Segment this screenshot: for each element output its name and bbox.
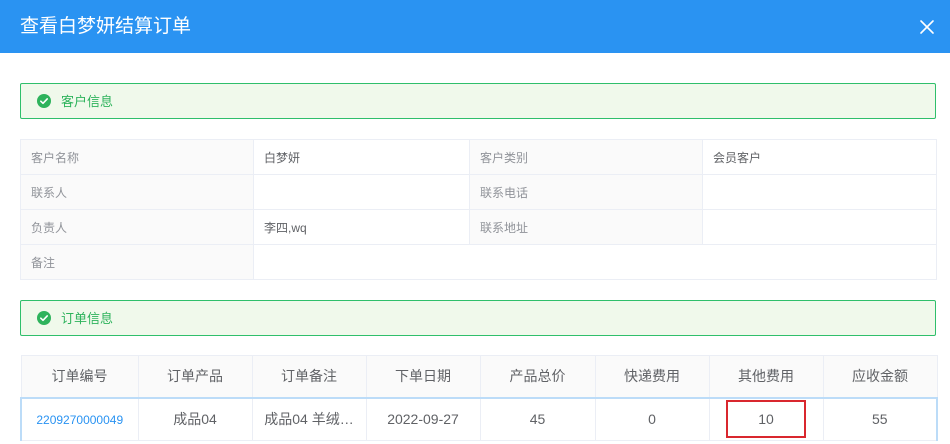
order-table: 订单编号 订单产品 订单备注 下单日期 产品总价 快递费用 其他费用 应收金额 … — [20, 355, 938, 441]
other-fee-input[interactable]: 10 — [726, 400, 806, 439]
info-row: 负责人 李四,wq 联系地址 — [20, 209, 937, 245]
col-header-date: 下单日期 — [365, 355, 481, 398]
table-row[interactable]: 2209270000049 成品04 成品04 羊绒… 2022-09-27 4… — [20, 396, 938, 441]
customer-type-label: 客户类别 — [469, 139, 703, 175]
col-header-order-no: 订单编号 — [20, 355, 139, 398]
remark-value — [253, 244, 937, 280]
remark-label: 备注 — [20, 244, 254, 280]
shipping-cell: 0 — [594, 396, 710, 441]
info-row: 客户名称 白梦妍 客户类别 会员客户 — [20, 139, 937, 175]
customer-info-table: 客户名称 白梦妍 客户类别 会员客户 联系人 联系电话 负责人 李四,wq 联系… — [20, 139, 937, 280]
col-header-receivable: 应收金额 — [822, 355, 938, 398]
order-info-alert: 订单信息 — [20, 300, 936, 336]
col-header-total: 产品总价 — [479, 355, 596, 398]
close-icon[interactable] — [918, 18, 936, 36]
date-cell: 2022-09-27 — [365, 396, 481, 441]
order-remark-text: 成品04 羊绒… — [264, 411, 354, 428]
owner-label: 负责人 — [20, 209, 254, 245]
contact-label: 联系人 — [20, 174, 254, 210]
check-circle-icon — [37, 311, 51, 325]
order-table-header: 订单编号 订单产品 订单备注 下单日期 产品总价 快递费用 其他费用 应收金额 — [20, 355, 938, 398]
order-no-link[interactable]: 2209270000049 — [36, 413, 123, 427]
customer-type-value: 会员客户 — [702, 139, 937, 175]
phone-label: 联系电话 — [469, 174, 703, 210]
phone-value — [702, 174, 937, 210]
owner-value: 李四,wq — [253, 209, 470, 245]
check-circle-icon — [37, 94, 51, 108]
receivable-cell: 55 — [822, 396, 938, 441]
address-value — [702, 209, 937, 245]
address-label: 联系地址 — [469, 209, 703, 245]
info-row: 联系人 联系电话 — [20, 174, 937, 210]
customer-name-value: 白梦妍 — [253, 139, 470, 175]
dialog-header: 查看白梦妍结算订单 — [0, 0, 950, 53]
other-fee-cell: 10 — [708, 396, 824, 441]
customer-name-label: 客户名称 — [20, 139, 254, 175]
product-cell: 成品04 — [137, 396, 253, 441]
customer-section-title: 客户信息 — [61, 94, 114, 109]
col-header-other-fee: 其他费用 — [708, 355, 824, 398]
info-row: 备注 — [20, 244, 937, 280]
remark-cell: 成品04 羊绒… — [251, 396, 367, 441]
order-section-title: 订单信息 — [61, 311, 114, 326]
col-header-product: 订单产品 — [137, 355, 253, 398]
order-no-cell: 2209270000049 — [20, 396, 139, 441]
col-header-remark: 订单备注 — [251, 355, 367, 398]
customer-info-alert: 客户信息 — [20, 83, 936, 119]
col-header-shipping: 快递费用 — [594, 355, 710, 398]
total-cell: 45 — [479, 396, 596, 441]
dialog-title: 查看白梦妍结算订单 — [20, 16, 192, 37]
contact-value — [253, 174, 470, 210]
